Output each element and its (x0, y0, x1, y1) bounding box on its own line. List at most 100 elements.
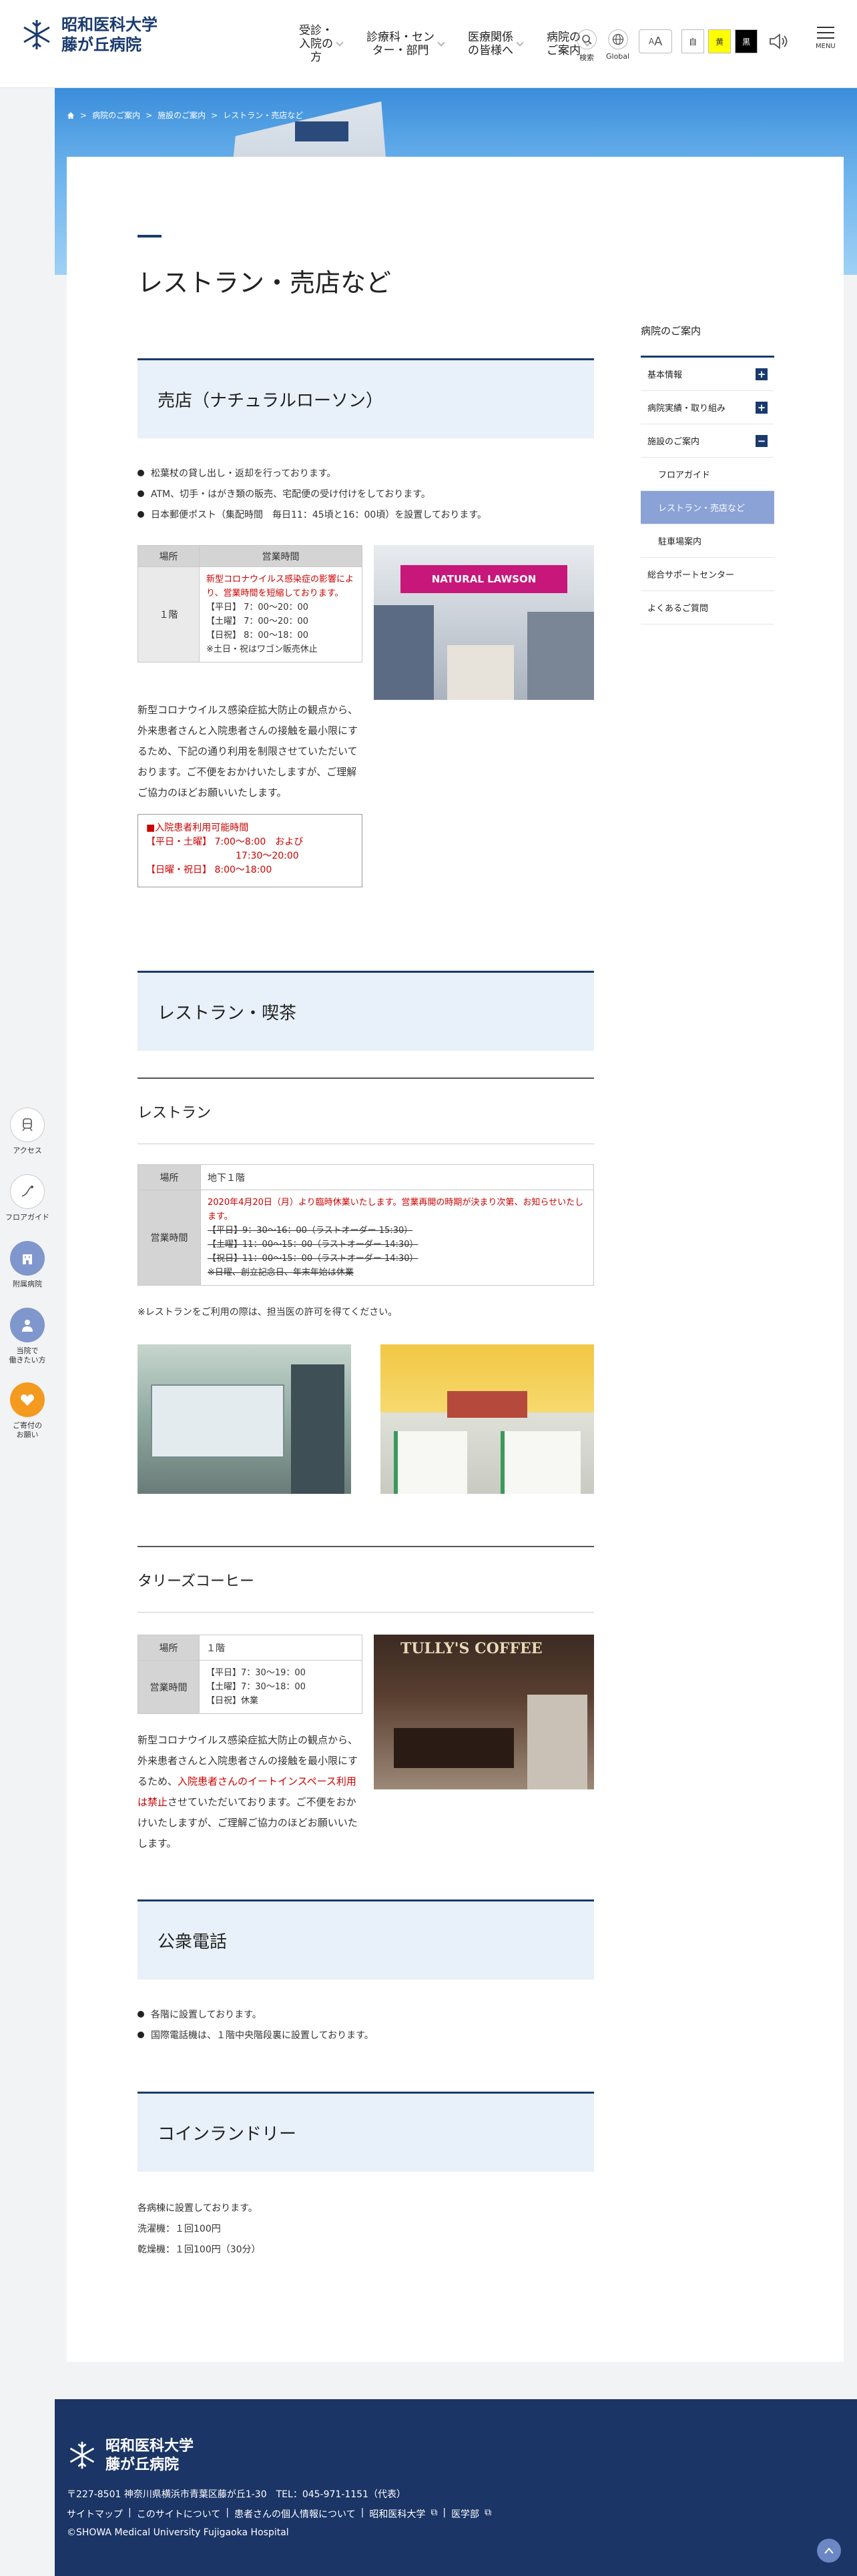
quick-label: 附属病院 (13, 1280, 42, 1288)
back-to-top-button[interactable] (817, 2539, 841, 2563)
heart-icon (21, 1394, 35, 1406)
global-nav: 受診・ 入院の 方 診療科・セン ター・部門 医療関係 の皆様へ 病院の ご案内 (287, 24, 602, 64)
footer-link-university[interactable]: 昭和医科大学 (369, 2507, 425, 2521)
table-header: 営業時間 (137, 1190, 201, 1286)
plus-icon[interactable]: + (756, 368, 768, 380)
section-heading-phone: 公衆電話 (137, 1899, 594, 1980)
breadcrumb-item[interactable]: 施設のご案内 (158, 109, 206, 121)
quick-donation[interactable]: ご寄付の お願い (0, 1382, 55, 1440)
list-item: 松葉杖の貸し出し・返却を行っております。 (137, 464, 487, 484)
cafe-window (527, 1695, 587, 1789)
notice-title: ■入院患者利用可能時間 (146, 823, 249, 833)
divider: | (128, 2507, 131, 2518)
quick-careers[interactable]: 当院で 働きたい方 (0, 1308, 55, 1365)
restaurant-interior-photo (380, 1344, 594, 1494)
hours-line: 【日祝】 8：00〜18：00 (206, 630, 309, 640)
minus-icon[interactable]: − (756, 434, 768, 447)
quick-floor-guide[interactable]: フロアガイド (0, 1174, 55, 1222)
font-size-button[interactable]: AA (639, 29, 673, 53)
snowflake-logo-icon (23, 20, 50, 49)
footer-logo[interactable]: 昭和医科大学 藤が丘病院 (67, 2437, 194, 2474)
sidebar-item-performance[interactable]: 病院実績・取り組み + (641, 391, 774, 424)
section-heading-store: 売店（ナチュラルローソン） (137, 358, 594, 438)
chevron-down-icon (336, 39, 344, 47)
nav-medical-professionals[interactable]: 医療関係 の皆様へ (456, 24, 535, 64)
nav-label: 受診・ 入院の 方 (299, 24, 333, 64)
hours-line: 【日祝】休業 (206, 1696, 259, 1706)
footer-link-medicine[interactable]: 医学部 (451, 2507, 479, 2521)
laundry-line: 洗濯機：１回100円 (137, 2224, 221, 2234)
nav-departments[interactable]: 診療科・セン ター・部門 (354, 24, 456, 64)
search-button[interactable]: 検索 (577, 29, 597, 63)
sidebar-item-label: レストラン・売店など (658, 504, 746, 514)
list-item: 日本郵便ポスト（集配時間 毎日11：45頃と16：00頃）を設置しております。 (137, 505, 487, 526)
hours-notice: 新型コロナウイルス感染症の影響により、営業時間を短縮しております。 (206, 574, 354, 598)
sidebar-item-restaurant[interactable]: レストラン・売店など (641, 491, 774, 524)
color-standard-button[interactable]: 自 (681, 29, 705, 53)
notice-line: 【平日・土曜】 7:00〜8:00 および (146, 837, 304, 847)
menu-button[interactable]: MENU (816, 27, 836, 50)
list-item: 各階に設置しております。 (137, 2005, 374, 2026)
closure-notice: 2020年4月20日（月）より臨時休業いたします。営業再開の時期が決まり次第、お… (208, 1198, 584, 1222)
building-sign (295, 121, 348, 141)
tullys-paragraph: 新型コロナウイルス感染症拡大防止の観点から、外来患者さんと入院患者さんの接触を最… (137, 1730, 364, 1854)
speaker-icon[interactable] (767, 31, 788, 52)
home-icon[interactable] (67, 111, 75, 119)
snowflake-logo-icon (69, 2441, 95, 2469)
hours-line: 【土曜】7：30〜18：00 (206, 1682, 306, 1692)
restaurant-table: 場所 地下１階 営業時間 2020年4月20日（月）より臨時休業いたします。営業再… (137, 1164, 594, 1286)
store-hours-table: 場所 営業時間 １階 新型コロナウイルス感染症の影響により、営業時間を短縮しており… (137, 545, 362, 663)
cafe-counter (394, 1728, 514, 1768)
plus-icon[interactable]: + (756, 401, 768, 414)
footer-address: 〒227-8501 神奈川県横浜市青葉区藤が丘1-30 TEL：045-971-… (67, 2489, 406, 2500)
quick-access[interactable]: アクセス (0, 1108, 55, 1156)
chevron-up-icon (824, 2547, 834, 2554)
chevron-right-icon: > (211, 110, 218, 120)
table-header: 営業時間 (199, 545, 362, 567)
footer-link-privacy[interactable]: 患者さんの個人情報について (234, 2507, 356, 2521)
footer-link-sitemap[interactable]: サイトマップ (67, 2507, 123, 2521)
table-cell: １階 (137, 566, 200, 663)
floor-guide-icon (21, 1186, 33, 1197)
search-label: 検索 (579, 53, 594, 62)
tullys-photo: TULLY'S COFFEE (374, 1635, 594, 1789)
laundry-text: 各病棟に設置しております。 洗濯機：１回100円 乾燥機：１回100円（30分） (137, 2198, 594, 2260)
sidebar-item-parking[interactable]: 駐車場案内 (641, 524, 774, 558)
footer-copyright: ©SHOWA Medical University Fujigaoka Hosp… (67, 2527, 289, 2538)
breadcrumb-current: レストラン・売店など (223, 111, 304, 120)
logo-line2: 藤が丘病院 (61, 35, 141, 54)
footer-link-about[interactable]: このサイトについて (137, 2507, 221, 2521)
chevron-right-icon: > (80, 110, 87, 120)
inpatient-notice-box: ■入院患者利用可能時間 【平日・土曜】 7:00〜8:00 および 17:30〜… (137, 814, 362, 887)
sidebar-item-facilities[interactable]: 施設のご案内 − (641, 424, 774, 458)
restaurant-entrance-photo (137, 1344, 351, 1494)
laundry-line: 乾燥機：１回100円（30分） (137, 2244, 261, 2255)
list-item: 国際電話機は、１階中央階段裏に設置しております。 (137, 2026, 374, 2046)
page-title: レストラン・売店など (137, 268, 392, 298)
sidebar-item-floor-guide[interactable]: フロアガイド (641, 458, 774, 491)
site-logo[interactable]: 昭和医科大学 藤が丘病院 (20, 15, 158, 55)
color-yellow-button[interactable]: 黄 (708, 29, 732, 53)
sidebar-item-faq[interactable]: よくあるご質問 (641, 591, 774, 624)
main-content: レストラン・売店など 売店（ナチュラルローソン） 松葉杖の貸し出し・返却を行って… (67, 157, 844, 2362)
table-cell: 地下１階 (200, 1164, 594, 1190)
quick-affiliated[interactable]: 附属病院 (0, 1241, 55, 1289)
subheading-tullys: タリーズコーヒー (137, 1546, 594, 1613)
sidebar-item-basic-info[interactable]: 基本情報 + (641, 358, 774, 391)
footer-name-line2: 藤が丘病院 (105, 2456, 180, 2473)
old-hours-line: 【土曜】11：00〜15：00（ラストオーダー 14:30） (208, 1240, 418, 1250)
sidebar-item-support-center[interactable]: 総合サポートセンター (641, 558, 774, 591)
old-hours-line: 【祝日】11：00〜15：00（ラストオーダー 14:30） (208, 1254, 418, 1264)
font-size-icon: A (648, 37, 655, 46)
list-item: ATM、切手・はがき類の販売、宅配便の受け付けをしております。 (137, 484, 487, 505)
breadcrumb-item[interactable]: 病院のご案内 (92, 109, 140, 121)
store-sign: NATURAL LAWSON (400, 565, 567, 593)
sidebar-item-label: 総合サポートセンター (647, 570, 735, 580)
counter (447, 1391, 527, 1418)
global-button[interactable]: Global (606, 29, 629, 61)
site-footer: 昭和医科大学 藤が丘病院 〒227-8501 神奈川県横浜市青葉区藤が丘1-30… (55, 2399, 857, 2576)
color-black-button[interactable]: 黒 (735, 29, 758, 53)
nav-patients[interactable]: 受診・ 入院の 方 (287, 24, 354, 64)
tullys-para-part: させていただいております。ご不便をおかけいたしますが、ご理解ご協力のほどお願いい… (137, 1796, 358, 1849)
chevron-right-icon: > (146, 110, 153, 120)
